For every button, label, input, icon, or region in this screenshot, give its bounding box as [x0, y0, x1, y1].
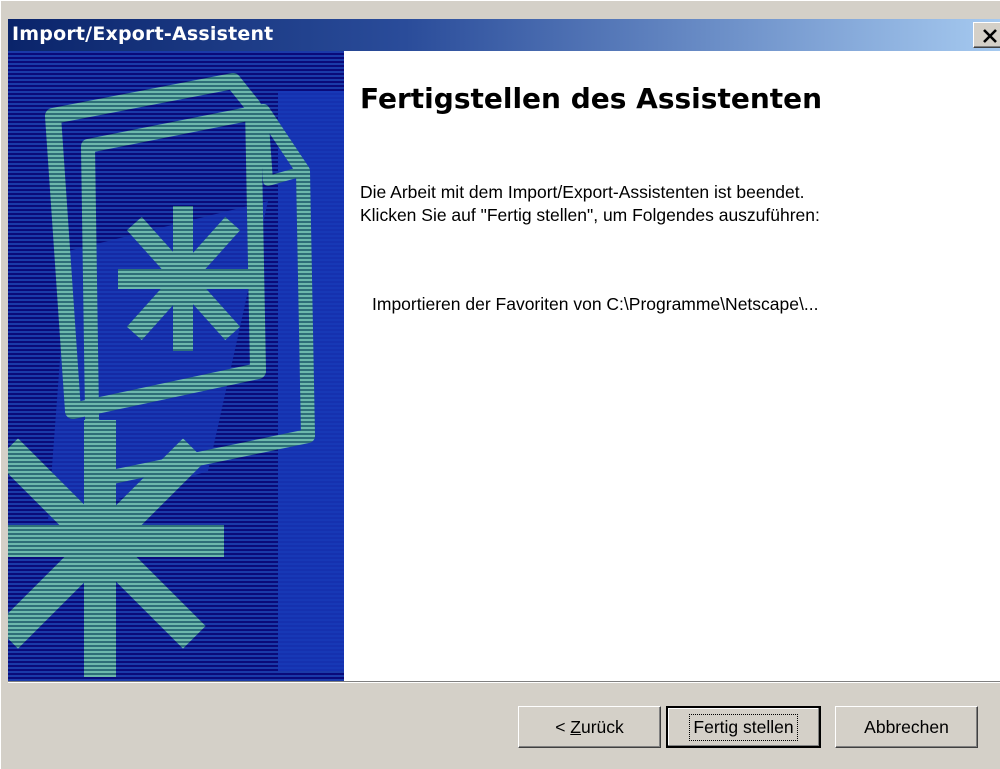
cancel-button-label: Abbrechen — [864, 716, 949, 737]
page-title: Fertigstellen des Assistenten — [360, 82, 823, 115]
back-button[interactable]: < Zurück — [518, 706, 661, 748]
close-button[interactable] — [973, 22, 1000, 48]
finish-button-label: Fertig stellen — [689, 713, 798, 741]
back-button-label: urück — [581, 716, 624, 737]
back-button-prefix: < — [555, 716, 571, 737]
title-bar[interactable]: Import/Export-Assistent — [8, 19, 1000, 51]
button-separator — [8, 681, 1000, 683]
close-x-icon — [983, 29, 997, 43]
wizard-folder-asterisk-graphic — [8, 51, 344, 681]
finish-button[interactable]: Fertig stellen — [666, 706, 821, 748]
wizard-window: Import/Export-Assistent Fertigstellen de… — [0, 0, 1000, 769]
completion-description: Die Arbeit mit dem Import/Export-Assiste… — [360, 181, 820, 227]
description-line-1: Die Arbeit mit dem Import/Export-Assiste… — [360, 182, 805, 202]
back-button-mnemonic: Z — [570, 716, 581, 737]
wizard-side-image — [8, 51, 344, 681]
cancel-button[interactable]: Abbrechen — [835, 706, 978, 748]
pending-action-item: Importieren der Favoriten von C:\Program… — [372, 294, 819, 314]
description-line-2: Klicken Sie auf "Fertig stellen", um Fol… — [360, 205, 820, 225]
window-title: Import/Export-Assistent — [12, 23, 274, 45]
